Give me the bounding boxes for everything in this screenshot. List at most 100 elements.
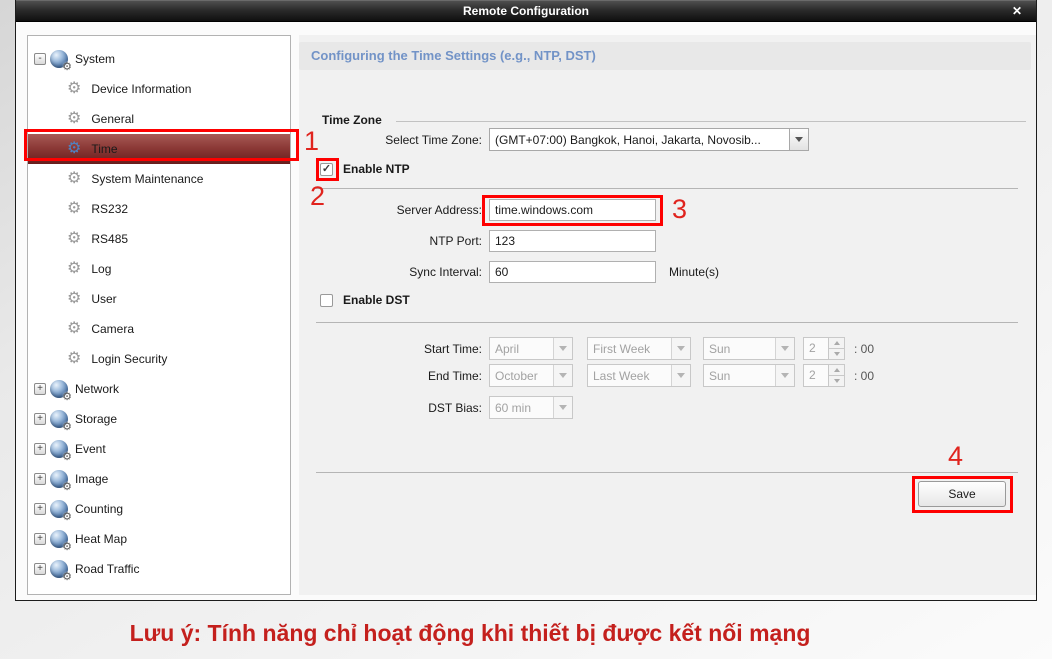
gear-icon: ⚙ (62, 571, 72, 583)
expand-toggle-icon[interactable]: + (34, 563, 46, 575)
expand-toggle-icon[interactable]: + (34, 533, 46, 545)
end-time-label: End Time: (427, 368, 482, 383)
server-address-row: Server Address: (316, 199, 656, 221)
sidebar-item-login-security[interactable]: ⚙ Login Security (28, 344, 290, 374)
close-icon[interactable]: ✕ (1012, 3, 1022, 19)
dropdown-button (671, 365, 690, 386)
time-zone-select[interactable]: (GMT+07:00) Bangkok, Hanoi, Jakarta, Nov… (489, 128, 809, 151)
gear-icon: ⚙ (62, 541, 72, 553)
gear-icon: ⚙ (62, 391, 72, 403)
sync-interval-input[interactable] (489, 261, 656, 283)
dropdown-button (775, 338, 794, 359)
remote-configuration-dialog: Remote Configuration ✕ - ⚙ System ⚙ Devi… (15, 0, 1037, 601)
expand-toggle-icon[interactable]: + (34, 413, 46, 425)
divider (316, 322, 1018, 323)
sidebar-item-network[interactable]: + ⚙ Network (28, 374, 290, 404)
globe-icon: ⚙ (50, 50, 72, 73)
sidebar-item-device-information[interactable]: ⚙ Device Information (28, 74, 290, 104)
globe-icon: ⚙ (50, 500, 72, 523)
sidebar-item-label: Road Traffic (75, 562, 140, 576)
expand-toggle-icon[interactable]: + (34, 383, 46, 395)
start-minute-suffix: : 00 (854, 341, 875, 356)
server-address-input[interactable] (489, 199, 656, 221)
end-week-select: Last Week (587, 364, 691, 387)
gear-icon: ⚙ (67, 260, 82, 277)
sidebar-item-counting[interactable]: + ⚙ Counting (28, 494, 290, 524)
chevron-down-icon (559, 346, 567, 351)
sidebar-item-user[interactable]: ⚙ User (28, 284, 290, 314)
expand-toggle-icon[interactable]: + (34, 473, 46, 485)
sidebar-item-system[interactable]: - ⚙ System (28, 44, 290, 74)
gear-icon: ⚙ (62, 451, 72, 463)
dropdown-button (553, 397, 572, 418)
collapse-toggle-icon[interactable]: - (34, 53, 46, 65)
config-tree-sidebar: - ⚙ System ⚙ Device Information ⚙ Genera… (27, 35, 291, 595)
sidebar-item-heat-map[interactable]: + ⚙ Heat Map (28, 524, 290, 554)
enable-dst-checkbox[interactable] (320, 293, 333, 307)
dropdown-button (671, 338, 690, 359)
chevron-down-icon (833, 379, 840, 383)
chevron-up-icon (833, 368, 840, 372)
time-zone-value: (GMT+07:00) Bangkok, Hanoi, Jakarta, Nov… (495, 132, 761, 147)
gear-icon: ⚙ (67, 170, 82, 187)
start-time-label: Start Time: (423, 341, 482, 356)
gear-icon: ⚙ (67, 320, 82, 337)
globe-icon: ⚙ (50, 560, 72, 583)
dst-start-time-row: Start Time: April First Week Sun 2 : 00 (316, 337, 874, 360)
sidebar-item-time[interactable]: ⚙ Time (28, 134, 290, 164)
save-button[interactable]: Save (918, 481, 1006, 507)
sidebar-item-general[interactable]: ⚙ General (28, 104, 290, 134)
dropdown-button (553, 365, 572, 386)
enable-dst-label: Enable DST (343, 293, 410, 307)
sidebar-item-label: System (75, 52, 116, 66)
sidebar-item-label: Log (91, 262, 112, 276)
gear-icon: ⚙ (67, 350, 82, 367)
sidebar-item-label: Device Information (91, 82, 192, 96)
end-day-select: Sun (703, 364, 795, 387)
section-divider (396, 121, 1026, 122)
enable-ntp-label: Enable NTP (343, 162, 410, 176)
sidebar-item-label: Login Security (91, 352, 168, 366)
ntp-port-input[interactable] (489, 230, 656, 252)
select-time-zone-label: Select Time Zone: (385, 132, 482, 147)
sidebar-item-label: Counting (75, 502, 124, 516)
sidebar-item-label: Storage (75, 412, 118, 426)
sidebar-item-label: Heat Map (75, 532, 128, 546)
sidebar-item-label: Camera (91, 322, 135, 336)
sidebar-item-event[interactable]: + ⚙ Event (28, 434, 290, 464)
gear-icon: ⚙ (67, 200, 82, 217)
dst-bias-label: DST Bias: (428, 400, 482, 415)
gear-icon: ⚙ (62, 511, 72, 523)
ntp-port-label: NTP Port: (429, 234, 482, 248)
dst-bias-value: 60 min (495, 400, 532, 415)
enable-ntp-checkbox[interactable]: ✓ (320, 162, 333, 176)
sidebar-item-rs232[interactable]: ⚙ RS232 (28, 194, 290, 224)
start-day-value: Sun (709, 341, 731, 356)
chevron-down-icon (677, 346, 685, 351)
sidebar-item-camera[interactable]: ⚙ Camera (28, 314, 290, 344)
chevron-down-icon (795, 137, 803, 142)
chevron-down-icon (559, 405, 567, 410)
sidebar-item-label: RS485 (91, 232, 129, 246)
chevron-down-icon (677, 373, 685, 378)
dropdown-button[interactable] (789, 129, 808, 150)
spin-up-button (829, 364, 845, 376)
expand-toggle-icon[interactable]: + (34, 443, 46, 455)
sidebar-item-log[interactable]: ⚙ Log (28, 254, 290, 284)
server-address-label: Server Address: (396, 203, 482, 217)
select-time-zone-row: Select Time Zone: (GMT+07:00) Bangkok, H… (316, 128, 809, 151)
sidebar-item-label: Network (75, 382, 120, 396)
chevron-down-icon (781, 346, 789, 351)
expand-toggle-icon[interactable]: + (34, 503, 46, 515)
sidebar-item-rs485[interactable]: ⚙ RS485 (28, 224, 290, 254)
chevron-down-icon (833, 352, 840, 356)
globe-icon: ⚙ (50, 440, 72, 463)
sidebar-item-road-traffic[interactable]: + ⚙ Road Traffic (28, 554, 290, 584)
sidebar-item-system-maintenance[interactable]: ⚙ System Maintenance (28, 164, 290, 194)
sidebar-item-image[interactable]: + ⚙ Image (28, 464, 290, 494)
sidebar-item-storage[interactable]: + ⚙ Storage (28, 404, 290, 434)
sync-interval-unit: Minute(s) (669, 265, 720, 279)
dialog-title: Remote Configuration (463, 4, 589, 18)
spin-up-button (829, 337, 845, 349)
dropdown-button (553, 338, 572, 359)
